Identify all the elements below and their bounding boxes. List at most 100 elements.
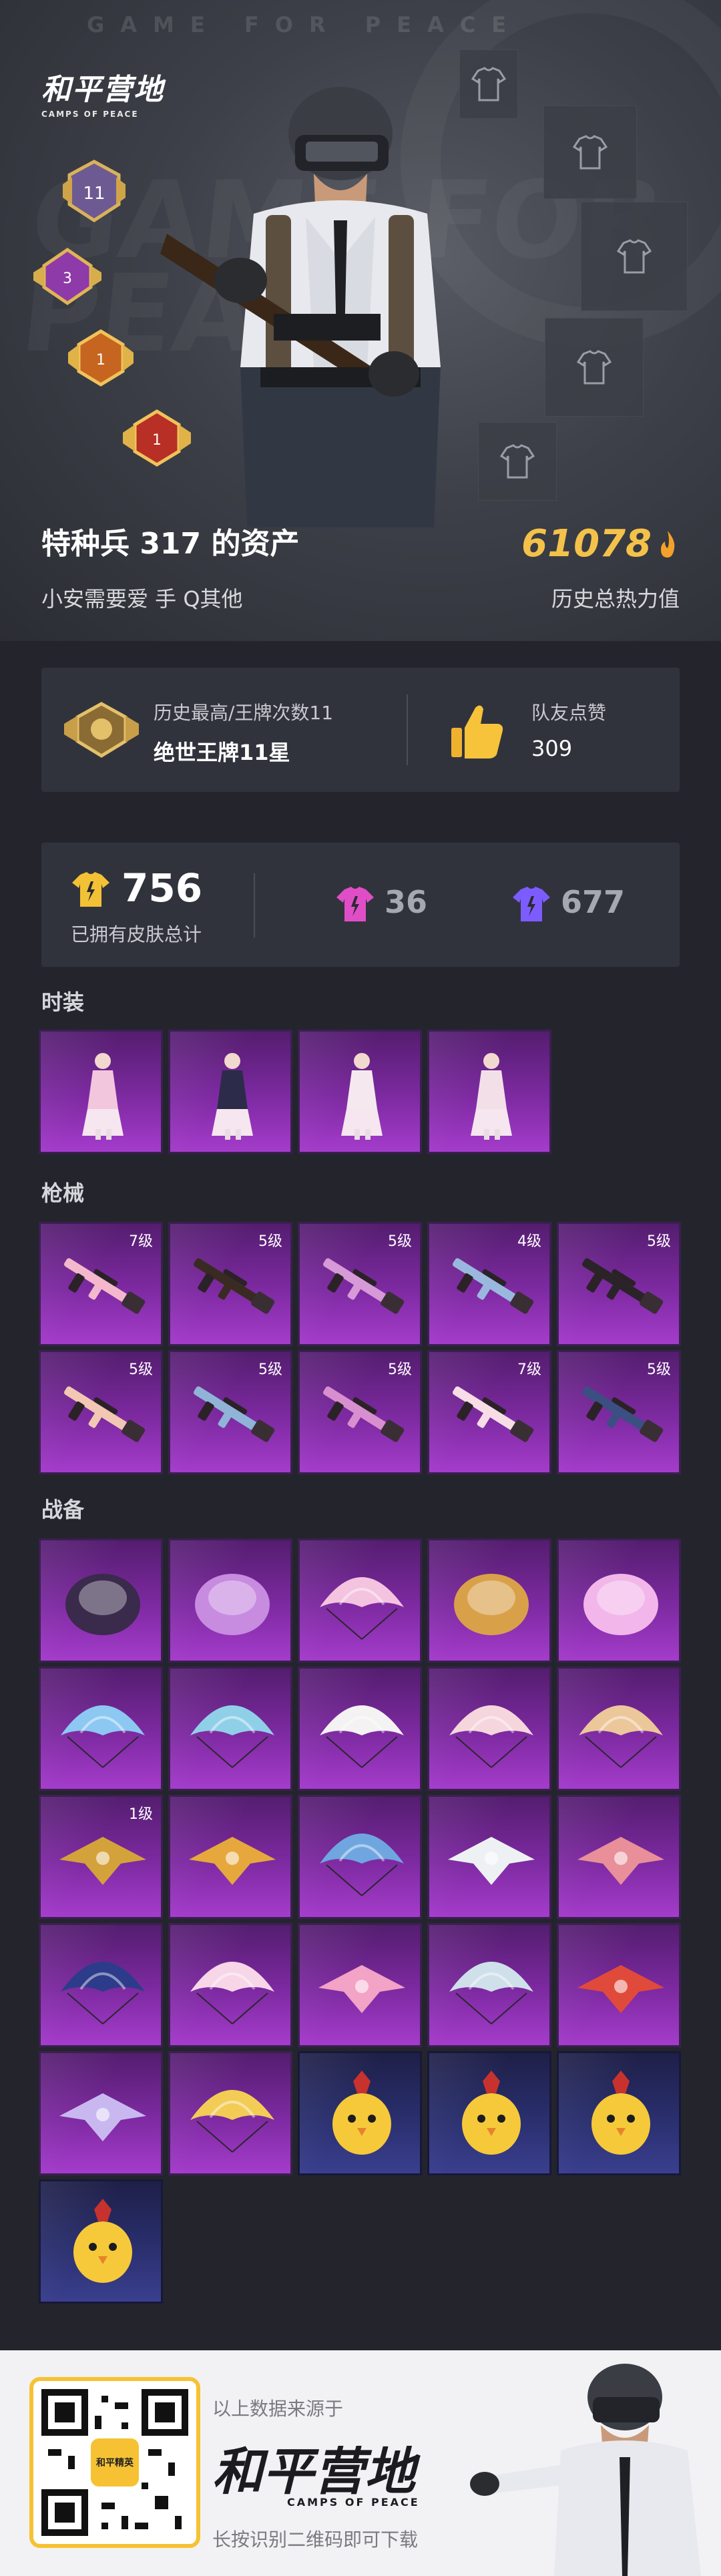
outfit-item[interactable] <box>298 1030 422 1154</box>
fashion-grid <box>39 1030 682 1158</box>
section-title-weapons: 枪械 <box>41 1180 85 1206</box>
rank-stats-card: 历史最高/王牌次数11 绝世王牌11星 队友点赞 309 <box>41 668 680 792</box>
glider-skin-icon <box>59 1837 146 1885</box>
outfit-slot <box>478 422 557 501</box>
glider-skin-icon <box>59 2093 146 2141</box>
parachute-skin-icon <box>190 1705 274 1768</box>
gear-item[interactable] <box>557 2051 681 2175</box>
outfit-item[interactable] <box>427 1030 551 1154</box>
download-hint: 长按识别二维码即可下载 <box>212 2529 419 2551</box>
rifle-skin-icon <box>453 1258 534 1314</box>
gear-item[interactable] <box>427 2051 551 2175</box>
outfit-item[interactable] <box>39 1030 163 1154</box>
gear-item[interactable] <box>39 1667 163 1791</box>
owner-subtitle: 小安需要爱 手 Q其他 <box>41 586 243 612</box>
chick-skin-icon <box>332 2071 391 2155</box>
rank-value: 绝世王牌11星 <box>154 740 290 765</box>
outfit-item[interactable] <box>168 1030 292 1154</box>
item-level: 5级 <box>647 1361 671 1378</box>
weapon-item[interactable]: 5级 <box>298 1222 422 1346</box>
gear-item[interactable] <box>168 1667 292 1791</box>
gear-skin-icon <box>195 1574 270 1635</box>
badge-emblem-icon: 3 <box>33 247 101 306</box>
gear-item[interactable] <box>298 1923 422 2047</box>
gear-item[interactable] <box>557 1538 681 1663</box>
gear-item[interactable] <box>298 1538 422 1663</box>
likes-label: 队友点赞 <box>531 702 607 724</box>
gear-item[interactable] <box>39 1923 163 2047</box>
svg-text:3: 3 <box>63 270 72 287</box>
item-level: 5级 <box>258 1361 282 1378</box>
tshirt-icon <box>572 135 608 170</box>
parachute-skin-icon <box>61 1705 145 1768</box>
gear-item[interactable] <box>298 2051 422 2175</box>
gear-item[interactable] <box>168 1538 292 1663</box>
skin-total-label: 已拥有皮肤总计 <box>71 923 202 945</box>
weapon-item[interactable]: 5级 <box>39 1350 163 1474</box>
gear-item[interactable] <box>39 1538 163 1663</box>
gear-item[interactable] <box>39 2051 163 2175</box>
gold-tshirt-icon <box>72 872 109 907</box>
qr-code[interactable]: 和平精英 <box>29 2377 200 2548</box>
weapon-item[interactable]: 4级 <box>427 1222 551 1346</box>
gear-item[interactable] <box>557 1667 681 1791</box>
gear-item[interactable] <box>39 2179 163 2304</box>
gear-item[interactable] <box>298 1667 422 1791</box>
rifle-skin-icon <box>582 1258 664 1314</box>
rifle-skin-icon <box>194 1386 275 1442</box>
outfit-figure-icon <box>212 1053 253 1140</box>
weapon-item[interactable]: 5级 <box>168 1350 292 1474</box>
weapon-item[interactable]: 5级 <box>168 1222 292 1346</box>
parachute-skin-icon <box>320 1834 404 1896</box>
weapon-item[interactable]: 7级 <box>427 1350 551 1474</box>
svg-text:11: 11 <box>83 184 105 204</box>
glider-skin-icon <box>318 1965 405 2013</box>
weapon-item[interactable]: 5级 <box>557 1350 681 1474</box>
svg-text:1: 1 <box>96 352 105 369</box>
item-level: 5级 <box>258 1233 282 1250</box>
rank-badge-2: 3 <box>31 243 104 310</box>
gear-item[interactable]: 1级 <box>39 1795 163 1919</box>
gear-item[interactable] <box>427 1923 551 2047</box>
skin-total-card: 756 已拥有皮肤总计 36 677 <box>41 843 680 967</box>
item-level: 5级 <box>129 1361 153 1378</box>
page: GAME FOR PEACE GAME FOR PEACE 和平营地 CAMPS… <box>0 0 721 2576</box>
tshirt-icon <box>499 444 535 479</box>
weapon-item[interactable]: 5级 <box>557 1222 681 1346</box>
badge-emblem-icon: 11 <box>63 160 126 222</box>
weapons-grid: 7级 5级 5级 4级 5级 5级 5级 5级 7级 5级 <box>39 1222 682 1480</box>
heat-value: 61078 <box>521 522 680 566</box>
parachute-skin-icon <box>449 1962 533 2024</box>
outfit-figure-icon <box>341 1053 383 1140</box>
gear-item[interactable] <box>427 1795 551 1919</box>
gear-item[interactable] <box>427 1538 551 1663</box>
parachute-skin-icon <box>190 2090 274 2153</box>
gear-item[interactable] <box>168 1795 292 1919</box>
gear-item[interactable] <box>298 1795 422 1919</box>
footer-soldier-illustration <box>470 2364 701 2576</box>
weapon-item[interactable]: 7级 <box>39 1222 163 1346</box>
gear-item[interactable] <box>557 1795 681 1919</box>
outfit-slot <box>581 202 688 311</box>
item-level: 7级 <box>129 1233 153 1250</box>
gear-skin-icon <box>454 1574 529 1635</box>
gear-item[interactable] <box>557 1923 681 2047</box>
gear-grid: 1级 <box>39 1538 682 2306</box>
pink-tshirt-icon <box>336 887 374 921</box>
purple-skin-count: 677 <box>561 884 626 920</box>
gear-item[interactable] <box>168 2051 292 2175</box>
weapon-item[interactable]: 5级 <box>298 1350 422 1474</box>
gear-item[interactable] <box>168 1923 292 2047</box>
item-level: 5级 <box>388 1361 412 1378</box>
parachute-skin-icon <box>320 1705 404 1768</box>
gear-item[interactable] <box>427 1667 551 1791</box>
outfit-figure-icon <box>471 1053 512 1140</box>
pink-skin-count: 36 <box>385 884 428 920</box>
rifle-skin-icon <box>194 1258 275 1314</box>
parachute-skin-icon <box>449 1705 533 1768</box>
parachute-skin-icon <box>61 1962 145 2024</box>
soldier-illustration <box>160 87 441 527</box>
divider <box>407 694 408 765</box>
chick-skin-icon <box>73 2199 132 2283</box>
rank-label: 历史最高/王牌次数11 <box>154 702 334 724</box>
